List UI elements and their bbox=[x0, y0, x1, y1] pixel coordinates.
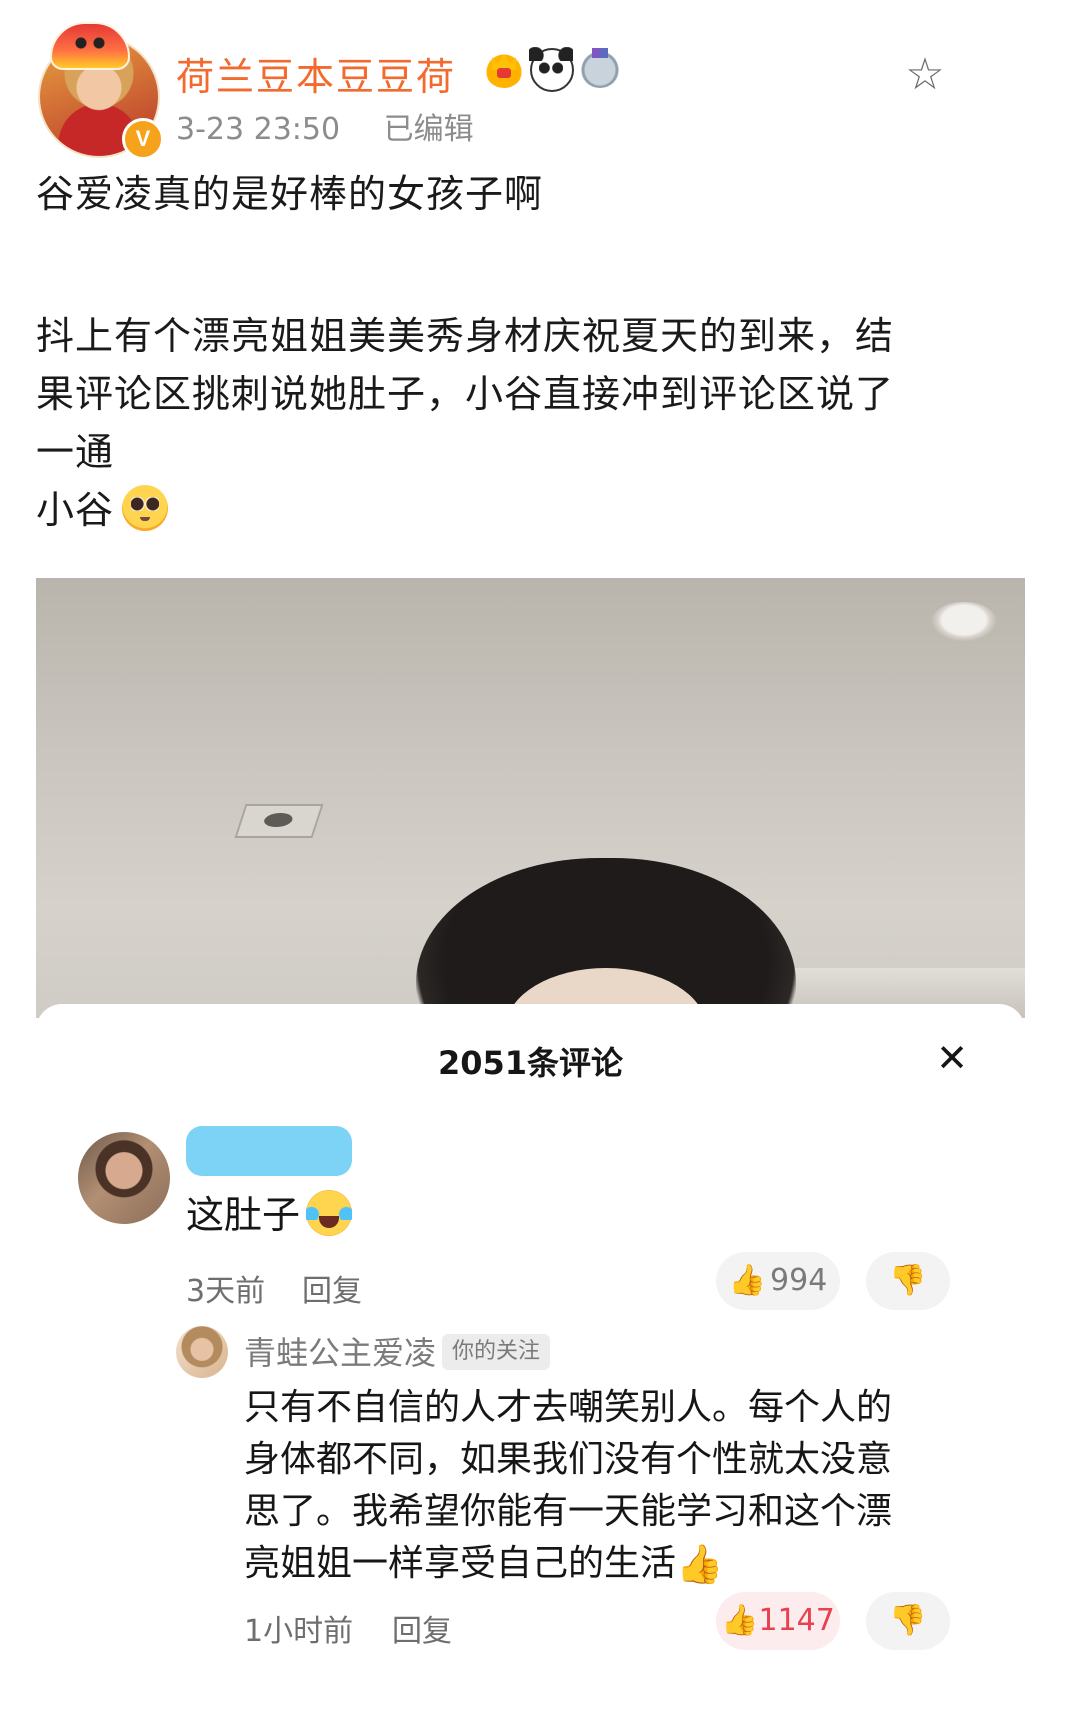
commenter-avatar[interactable] bbox=[78, 1132, 170, 1224]
verified-icon: V bbox=[122, 118, 164, 160]
lion-headdress-icon bbox=[50, 22, 130, 70]
post-text-line: 小谷 bbox=[36, 481, 1036, 539]
reply-text: 只有不自信的人才去嘲笑别人。每个人的 身体都不同，如果我们没有个性就太没意 思了… bbox=[244, 1382, 924, 1590]
post-text-line: 抖上有个漂亮姐姐美美秀身材庆祝夏天的到来，结 bbox=[36, 314, 895, 358]
comments-count-title: 2051条评论 bbox=[437, 1044, 624, 1082]
comment-reply-button[interactable]: 回复 bbox=[302, 1266, 362, 1310]
reply-text-line: 身体都不同，如果我们没有个性就太没意 bbox=[244, 1439, 893, 1480]
reply-author-avatar[interactable] bbox=[176, 1326, 228, 1378]
reply-text-line: 亮姐姐一样享受自己的生活👍 bbox=[244, 1538, 924, 1590]
thumbs-up-icon: 👍 bbox=[721, 1603, 759, 1638]
post-body: 谷爱凌真的是好棒的女孩子啊 抖上有个漂亮姐姐美美秀身材庆祝夏天的到来，结 果评论… bbox=[36, 165, 1036, 539]
thumbs-up-emoji-icon: 👍 bbox=[676, 1542, 724, 1586]
edited-label[interactable]: 已编辑 bbox=[384, 112, 474, 147]
embedded-video-frame[interactable] bbox=[36, 578, 1025, 1018]
reply-text-line-last: 亮姐姐一样享受自己的生活 bbox=[244, 1543, 677, 1584]
ceiling-light bbox=[234, 804, 324, 838]
panda-icon[interactable] bbox=[529, 47, 574, 92]
following-badge: 你的关注 bbox=[442, 1334, 551, 1370]
reply-like-button[interactable]: 👍1147 bbox=[716, 1592, 840, 1650]
reply-text-line: 思了。我希望你能有一天能学习和这个漂 bbox=[244, 1491, 893, 1532]
reply-text-line: 只有不自信的人才去嘲笑别人。每个人的 bbox=[244, 1387, 893, 1428]
post-meta: 3-23 23:50 已编辑 bbox=[176, 104, 474, 148]
post-text-line: 一通 bbox=[36, 430, 115, 474]
comment-like-count: 994 bbox=[770, 1263, 828, 1298]
close-icon[interactable]: ✕ bbox=[932, 1038, 972, 1078]
comments-sheet: 2051条评论 ✕ 这肚子 3天前 回复 👍 994 👎 青蛙公主爱凌 你的关注 … bbox=[36, 1004, 1025, 1722]
comment-text-content: 这肚子 bbox=[186, 1193, 301, 1237]
thumbs-down-icon: 👎 bbox=[889, 1603, 927, 1638]
author-avatar[interactable]: V bbox=[36, 22, 168, 160]
tears-of-joy-icon bbox=[306, 1190, 353, 1236]
post-text-line: 谷爱凌真的是好棒的女孩子啊 bbox=[36, 172, 544, 216]
comment-dislike-button[interactable]: 👎 bbox=[866, 1252, 950, 1310]
reply-like-count: 1147 bbox=[758, 1603, 835, 1638]
thumbs-down-icon: 👎 bbox=[889, 1263, 927, 1298]
post-timestamp: 3-23 23:50 bbox=[176, 112, 341, 147]
reply-dislike-button[interactable]: 👎 bbox=[866, 1592, 950, 1650]
redacted-username bbox=[186, 1126, 352, 1176]
weibo-post-screen: V 荷兰豆本豆豆荷 ☆ 3-23 23:50 已编辑 谷爱凌真的是好棒的女孩子啊… bbox=[0, 0, 1080, 1722]
reply-time: 1小时前 bbox=[244, 1614, 354, 1649]
smoke-detector bbox=[931, 602, 997, 642]
user-badges bbox=[484, 47, 620, 92]
crown-icon[interactable] bbox=[484, 48, 524, 88]
post-text-line: 果评论区挑刺说她肚子，小谷直接冲到评论区说了 bbox=[36, 372, 895, 416]
comment-like-button[interactable]: 👍 994 bbox=[716, 1252, 840, 1310]
comment-time: 3天前 bbox=[186, 1274, 266, 1309]
reply-reply-button[interactable]: 回复 bbox=[392, 1606, 452, 1650]
author-username[interactable]: 荷兰豆本豆豆荷 bbox=[176, 46, 456, 101]
pleading-face-icon bbox=[122, 485, 169, 531]
comment-text: 这肚子 bbox=[186, 1184, 353, 1239]
post-header: V 荷兰豆本豆豆荷 ☆ 3-23 23:50 已编辑 bbox=[36, 22, 1046, 162]
post-text-line-last: 小谷 bbox=[36, 488, 115, 532]
reply-author-name[interactable]: 青蛙公主爱凌 bbox=[244, 1328, 436, 1374]
thumbs-up-icon: 👍 bbox=[728, 1263, 767, 1298]
favorite-star-icon[interactable]: ☆ bbox=[902, 52, 948, 98]
medal-icon[interactable] bbox=[580, 48, 620, 88]
